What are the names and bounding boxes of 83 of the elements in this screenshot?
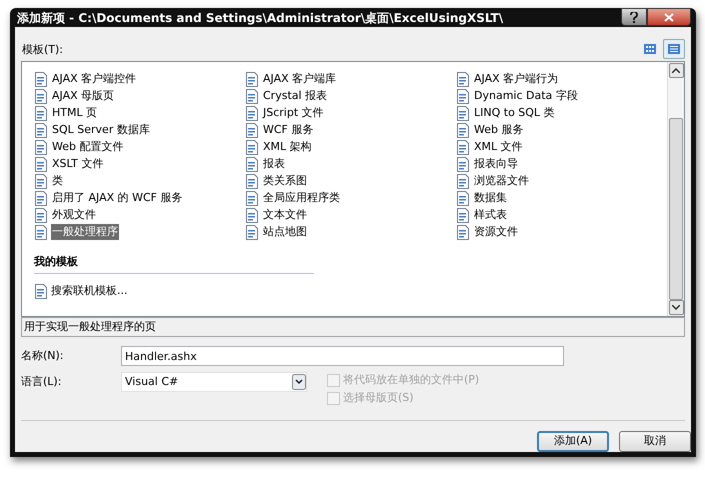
template-item[interactable]: HTML 页 — [34, 105, 245, 121]
file-icon — [34, 106, 48, 120]
template-item[interactable]: XML 架构 — [245, 139, 456, 155]
file-icon — [456, 106, 470, 120]
template-item[interactable]: 样式表 — [456, 207, 667, 223]
template-item[interactable]: 启用了 AJAX 的 WCF 服务 — [34, 190, 245, 206]
template-item[interactable]: XML 文件 — [456, 139, 667, 155]
file-icon — [34, 156, 48, 172]
template-item[interactable]: AJAX 母版页 — [34, 88, 245, 104]
close-icon — [664, 12, 674, 22]
template-item[interactable]: AJAX 客户端行为 — [456, 71, 667, 87]
file-icon — [34, 224, 48, 240]
language-label: 语言(L): — [21, 374, 62, 390]
file-icon — [34, 174, 48, 188]
file-icon — [34, 208, 48, 222]
file-icon — [245, 88, 259, 104]
close-button[interactable] — [647, 8, 691, 26]
template-item[interactable]: Web 服务 — [456, 122, 667, 138]
template-item[interactable]: Web 配置文件 — [34, 139, 245, 155]
template-item[interactable]: XSLT 文件 — [34, 156, 245, 172]
name-input[interactable]: Handler.ashx — [121, 346, 564, 366]
file-icon — [245, 190, 259, 206]
file-icon — [245, 72, 259, 86]
file-icon — [34, 72, 48, 86]
list-icon — [668, 44, 680, 54]
scroll-up-icon — [672, 68, 680, 73]
file-icon — [245, 174, 259, 188]
template-item[interactable]: 数据集 — [456, 190, 667, 206]
template-item[interactable]: SQL Server 数据库 — [34, 122, 245, 138]
file-icon — [456, 140, 470, 154]
template-item[interactable]: AJAX 客户端控件 — [34, 71, 245, 87]
file-icon — [456, 88, 470, 104]
scroll-thumb[interactable] — [669, 118, 683, 300]
template-item[interactable]: AJAX 客户端库 — [245, 71, 456, 87]
name-label: 名称(N): — [21, 348, 65, 364]
file-icon — [456, 156, 470, 172]
template-item[interactable]: 资源文件 — [456, 224, 667, 240]
template-item[interactable]: 站点地图 — [245, 224, 456, 240]
section-heading: 我的模板 — [34, 255, 78, 268]
file-icon — [456, 190, 470, 206]
scroll-down-icon — [672, 305, 680, 310]
file-icon — [456, 174, 470, 188]
grid-icon — [644, 44, 656, 54]
help-button[interactable] — [621, 8, 647, 26]
dialog-button[interactable]: 添加(A) — [537, 431, 609, 452]
file-icon — [245, 208, 259, 222]
template-item[interactable]: 一般处理程序 — [34, 224, 245, 240]
file-icon — [456, 72, 470, 86]
file-icon — [34, 122, 48, 138]
template-item[interactable]: 外观文件 — [34, 207, 245, 223]
file-icon — [245, 106, 259, 120]
template-item[interactable]: 报表 — [245, 156, 456, 172]
file-icon — [34, 140, 48, 154]
template-item[interactable]: JScript 文件 — [245, 105, 456, 121]
file-icon — [245, 224, 259, 240]
file-icon — [34, 190, 48, 206]
window-title: 添加新项 - C:\Documents and Settings\Administrator\桌面\ExcelUsingXSLT\ — [16, 10, 504, 26]
question-mark-icon — [630, 12, 638, 22]
template-item[interactable]: 浏览器文件 — [456, 173, 667, 189]
file-icon — [456, 224, 470, 240]
scrollbar[interactable] — [667, 62, 684, 316]
template-item[interactable]: LINQ to SQL 类 — [456, 105, 667, 121]
list-view-button[interactable] — [663, 39, 685, 59]
file-icon — [456, 208, 470, 222]
template-item[interactable]: 文本文件 — [245, 207, 456, 223]
language-dropdown[interactable]: Visual C# — [121, 372, 307, 392]
file-icon — [245, 156, 259, 172]
file-icon — [245, 122, 259, 138]
template-item[interactable]: 类 — [34, 173, 245, 189]
file-icon — [245, 140, 259, 154]
file-icon — [34, 284, 48, 299]
template-item[interactable]: 全局应用程序类 — [245, 190, 456, 206]
template-item[interactable]: 搜索联机模板... — [34, 284, 667, 300]
template-item[interactable]: 类关系图 — [245, 173, 456, 189]
templates-label: 模板(T): — [21, 42, 64, 58]
file-icon — [34, 88, 48, 104]
template-item[interactable]: 报表向导 — [456, 156, 667, 172]
template-item[interactable]: WCF 服务 — [245, 122, 456, 138]
description-bar: 用于实现一般处理程序的页 — [21, 317, 685, 337]
dialog-button[interactable]: 取消 — [619, 431, 691, 452]
template-item[interactable]: Dynamic Data 字段 — [456, 88, 667, 104]
file-icon — [456, 122, 470, 138]
template-item[interactable]: Crystal 报表 — [245, 88, 456, 104]
